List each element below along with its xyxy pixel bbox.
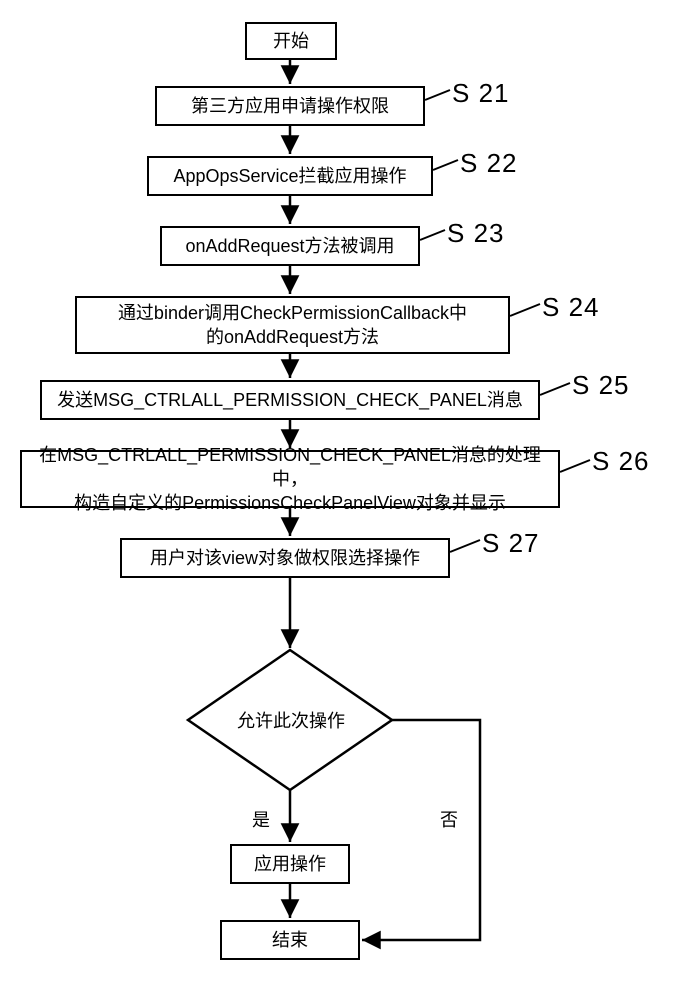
step-label-s25: S 25 [572, 370, 630, 401]
node-s21: 第三方应用申请操作权限 [155, 86, 425, 126]
step-label-s23: S 23 [447, 218, 505, 249]
node-s26: 在MSG_CTRLALL_PERMISSION_CHECK_PANEL消息的处理… [20, 450, 560, 508]
node-start: 开始 [245, 22, 337, 60]
flowchart-stage: 开始 第三方应用申请操作权限 S 21 AppOpsService拦截应用操作 … [0, 0, 700, 1000]
step-label-s21: S 21 [452, 78, 510, 109]
edge-label-yes: 是 [252, 806, 270, 832]
node-decision-text: 允许此次操作 [226, 707, 356, 733]
node-s23: onAddRequest方法被调用 [160, 226, 420, 266]
node-s24: 通过binder调用CheckPermissionCallback中 的onAd… [75, 296, 510, 354]
node-s25: 发送MSG_CTRLALL_PERMISSION_CHECK_PANEL消息 [40, 380, 540, 420]
node-end: 结束 [220, 920, 360, 960]
node-s22: AppOpsService拦截应用操作 [147, 156, 433, 196]
step-label-s27: S 27 [482, 528, 540, 559]
edge-label-no: 否 [440, 806, 458, 832]
step-label-s24: S 24 [542, 292, 600, 323]
step-label-s26: S 26 [592, 446, 650, 477]
step-label-s22: S 22 [460, 148, 518, 179]
node-apply: 应用操作 [230, 844, 350, 884]
node-s27: 用户对该view对象做权限选择操作 [120, 538, 450, 578]
